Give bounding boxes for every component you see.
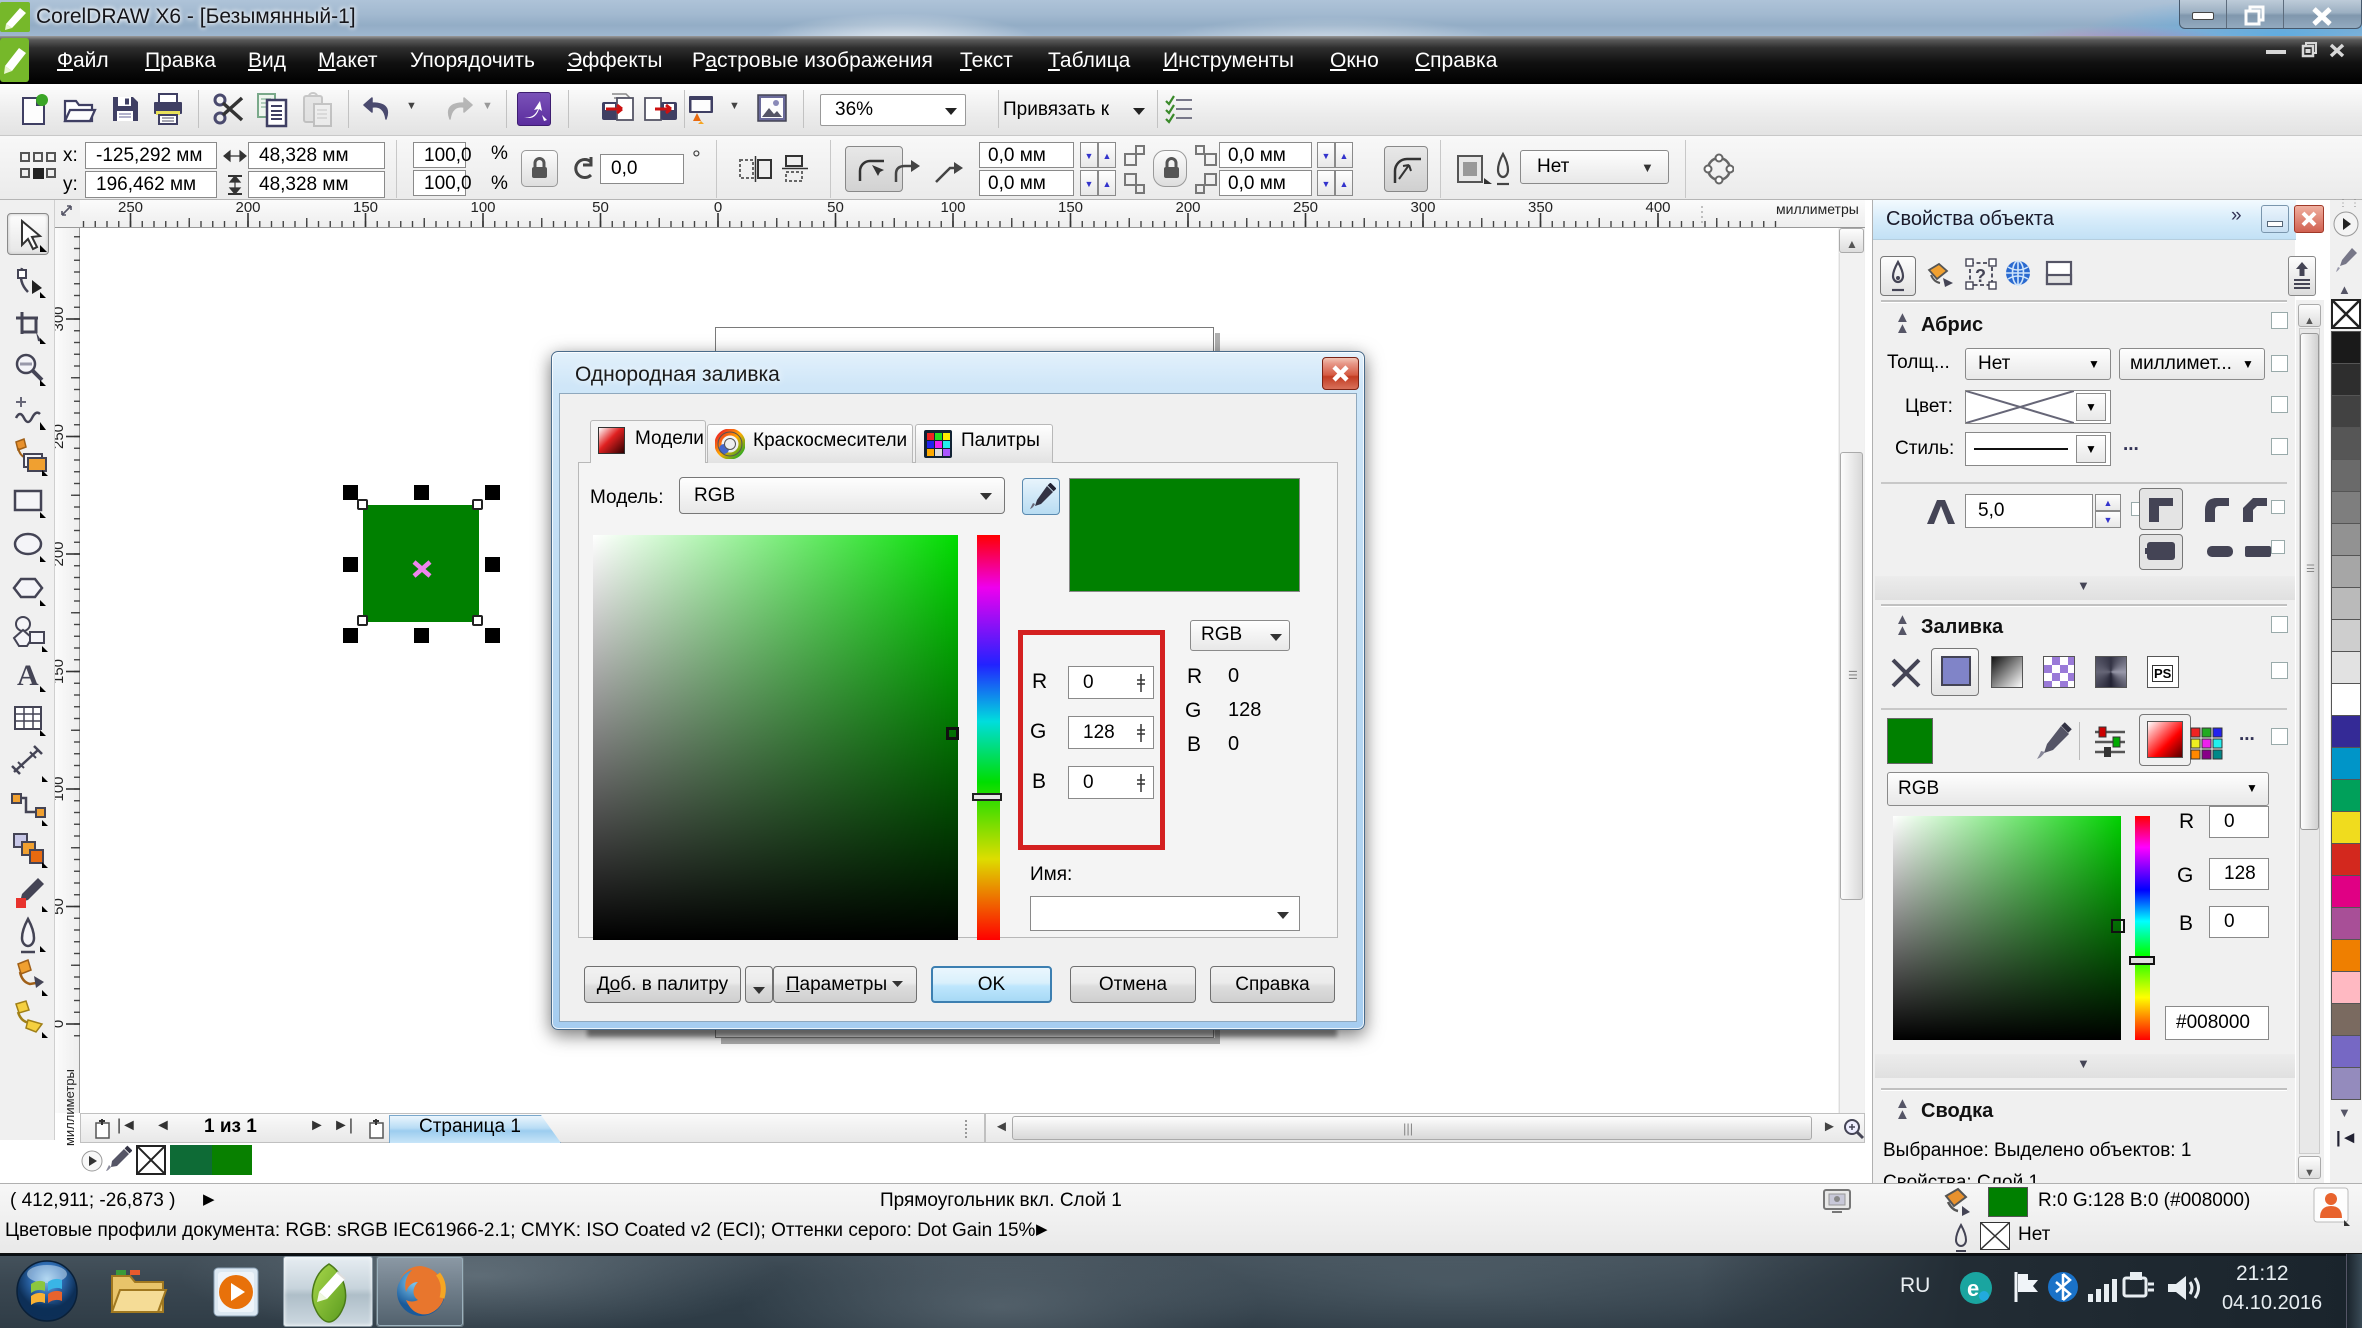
- svg-text:50: 50: [55, 898, 67, 915]
- svg-text:50: 50: [592, 200, 609, 216]
- svg-text:200: 200: [55, 541, 67, 566]
- svg-text:200: 200: [235, 200, 260, 216]
- svg-text:300: 300: [1410, 200, 1435, 216]
- svg-text:250: 250: [1293, 200, 1318, 216]
- svg-text:0: 0: [714, 200, 722, 216]
- svg-text:250: 250: [55, 424, 67, 449]
- svg-text:100: 100: [940, 200, 965, 216]
- svg-text:250: 250: [118, 200, 143, 216]
- svg-text:e: e: [1967, 1276, 1979, 1301]
- svg-text:350: 350: [1528, 200, 1553, 216]
- svg-text:0: 0: [55, 1020, 67, 1028]
- svg-text:300: 300: [55, 306, 67, 331]
- svg-text:150: 150: [55, 659, 67, 684]
- svg-text:200: 200: [1175, 200, 1200, 216]
- svg-text:100: 100: [470, 200, 495, 216]
- svg-text:150: 150: [1058, 200, 1083, 216]
- svg-text:150: 150: [353, 200, 378, 216]
- svg-text:A: A: [17, 659, 39, 692]
- svg-text:100: 100: [55, 776, 67, 801]
- svg-text:миллиметры: миллиметры: [1776, 201, 1859, 217]
- svg-text:?: ?: [1975, 266, 1986, 286]
- svg-text:400: 400: [1645, 200, 1670, 216]
- svg-text:50: 50: [827, 200, 844, 216]
